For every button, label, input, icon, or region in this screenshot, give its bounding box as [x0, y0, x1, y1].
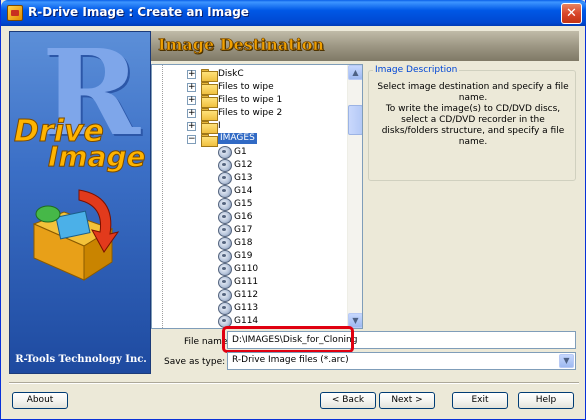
disk-image-icon [217, 237, 232, 250]
chevron-down-icon[interactable]: ▼ [559, 354, 574, 368]
tree-item-image[interactable]: G18 [152, 236, 347, 250]
tree-item-image[interactable]: G1 [152, 145, 347, 159]
tree-item-i[interactable]: + I [152, 119, 347, 134]
tree-item-label: G113 [234, 303, 259, 313]
disk-image-icon [217, 250, 232, 263]
folder-icon [201, 82, 218, 95]
tree-item-image[interactable]: G13 [152, 171, 347, 185]
help-button[interactable]: Help [518, 392, 574, 409]
wizard-window: R-Drive Image : Create an Image ✕ R Driv… [0, 0, 586, 420]
disk-image-icon [217, 211, 232, 224]
logo-word-image: Image [48, 140, 147, 174]
tree-item-diskc[interactable]: + DiskC [152, 67, 347, 82]
scroll-down-icon[interactable]: ▼ [348, 313, 362, 328]
tree-item-images[interactable]: − IMAGES [152, 132, 347, 147]
tree-item-label-selected: IMAGES [218, 133, 257, 144]
disk-image-icon [217, 276, 232, 289]
window-title: R-Drive Image : Create an Image [28, 5, 249, 19]
tree-item-image[interactable]: G112 [152, 288, 347, 302]
disk-image-icon [217, 224, 232, 237]
file-name-input[interactable]: D:\IMAGES\Disk_for_Cloning [227, 331, 576, 349]
tree-item-image[interactable]: G12 [152, 158, 347, 172]
tree-item-label: G15 [234, 199, 253, 209]
company-name: R-Tools Technology Inc. [15, 354, 147, 365]
tree-item-label: G111 [234, 277, 259, 287]
image-description-legend: Image Description [373, 65, 460, 75]
folder-icon [201, 95, 218, 108]
back-button[interactable]: < Back [320, 392, 376, 409]
tree-item-label: G12 [234, 160, 253, 170]
tree-item-label: Files to wipe 2 [218, 108, 283, 118]
tree-item-image[interactable]: G113 [152, 301, 347, 315]
tree-item-image[interactable]: G111 [152, 275, 347, 289]
about-button[interactable]: About [12, 392, 68, 409]
tree-item-image[interactable]: G15 [152, 197, 347, 211]
disk-image-icon [217, 159, 232, 172]
tree-item-files-to-wipe-1[interactable]: + Files to wipe 1 [152, 93, 347, 108]
tree-item-label: Files to wipe [218, 82, 274, 92]
disk-image-icon [217, 263, 232, 276]
tree-scrollbar[interactable]: ▲ ▼ [347, 65, 362, 328]
disk-image-icon [217, 315, 232, 328]
step-header: Image Destination [151, 31, 579, 61]
disk-image-icon [217, 146, 232, 159]
disk-image-icon [217, 185, 232, 198]
tree-item-label: G13 [234, 173, 253, 183]
tree-item-files-to-wipe-2[interactable]: + Files to wipe 2 [152, 106, 347, 121]
tree-item-image[interactable]: G14 [152, 184, 347, 198]
tree-item-image[interactable]: G17 [152, 223, 347, 237]
disk-image-icon [217, 302, 232, 315]
tree-item-label: G1 [234, 147, 247, 157]
expand-icon[interactable]: + [187, 109, 196, 118]
folder-icon [201, 69, 218, 82]
description-line-1: Select image destination and specify a f… [377, 82, 569, 103]
tree-item-label: G16 [234, 212, 253, 222]
tree-item-label: G14 [234, 186, 253, 196]
scroll-up-icon[interactable]: ▲ [348, 65, 362, 80]
tree-item-label: Files to wipe 1 [218, 95, 283, 105]
save-as-type-label: Save as type: [164, 357, 226, 367]
next-button[interactable]: Next > [379, 392, 435, 409]
expand-icon[interactable]: + [187, 96, 196, 105]
tree-item-files-to-wipe[interactable]: + Files to wipe [152, 80, 347, 95]
folder-icon [201, 121, 218, 134]
app-icon [7, 5, 23, 21]
tree-item-label: G19 [234, 251, 253, 261]
disk-image-icon [217, 198, 232, 211]
scroll-thumb[interactable] [348, 105, 362, 135]
tree-item-image[interactable]: G114 [152, 314, 347, 328]
tree-item-label: DiskC [218, 69, 244, 79]
description-line-2: To write the image(s) to CD/DVD discs, s… [381, 104, 565, 147]
disk-image-icon [217, 289, 232, 302]
title-bar[interactable]: R-Drive Image : Create an Image ✕ [1, 0, 586, 26]
folder-open-icon [201, 134, 218, 147]
tree-item-label: G114 [234, 316, 259, 326]
image-description-text: Select image destination and specify a f… [373, 82, 573, 148]
save-as-type-select[interactable]: R-Drive Image files (*.arc) ▼ [227, 352, 576, 370]
close-button[interactable]: ✕ [561, 3, 582, 24]
tree-item-image[interactable]: G16 [152, 210, 347, 224]
tree-item-image[interactable]: G19 [152, 249, 347, 263]
folder-tree[interactable]: + DiskC + Files to wipe + Files to wipe … [151, 64, 363, 329]
file-name-label: File name: [184, 337, 231, 347]
expand-icon[interactable]: + [187, 83, 196, 92]
step-title: Image Destination [158, 35, 325, 55]
folder-arrow-illustration [32, 189, 120, 281]
sidebar-logo-panel: R Drive Image R-Tools Technology Inc. [9, 31, 151, 374]
tree-item-label: G110 [234, 264, 259, 274]
disk-image-icon [217, 172, 232, 185]
tree-item-label: G18 [234, 238, 253, 248]
save-as-type-value: R-Drive Image files (*.arc) [232, 355, 349, 365]
expand-icon[interactable]: + [187, 122, 196, 131]
folder-icon [201, 108, 218, 121]
tree-item-label: G112 [234, 290, 259, 300]
tree-item-label: I [218, 121, 221, 131]
collapse-icon[interactable]: − [187, 135, 196, 144]
tree-item-image[interactable]: G110 [152, 262, 347, 276]
expand-icon[interactable]: + [187, 70, 196, 79]
footer-separator [9, 382, 579, 384]
tree-item-label: G17 [234, 225, 253, 235]
exit-button[interactable]: Exit [452, 392, 508, 409]
